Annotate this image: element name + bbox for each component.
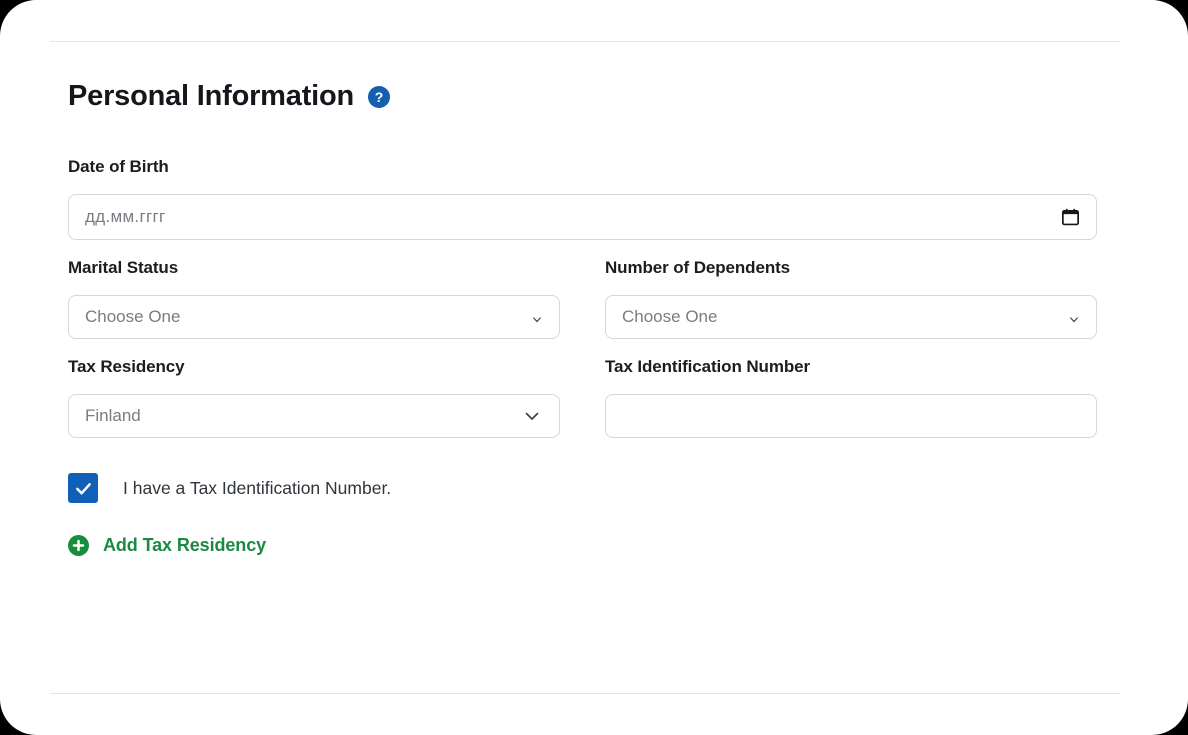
number-of-dependents-value: Choose One (622, 307, 718, 326)
marital-status-label: Marital Status (68, 258, 179, 277)
marital-status-group: Marital Status Choose One (68, 258, 560, 339)
number-of-dependents-select[interactable]: Choose One (605, 295, 1097, 339)
has-tin-checkbox[interactable] (68, 473, 98, 503)
number-of-dependents-group: Number of Dependents Choose One (605, 258, 1097, 339)
marital-dependents-row: Marital Status Choose One Number of Depe… (68, 258, 1108, 339)
has-tin-checkbox-label[interactable]: I have a Tax Identification Number. (123, 478, 391, 499)
date-of-birth-placeholder: дд.мм.гггг (85, 207, 166, 226)
add-tax-residency-button[interactable]: Add Tax Residency (68, 535, 266, 556)
add-tax-residency-label: Add Tax Residency (103, 535, 267, 555)
date-of-birth-group: Date of Birth дд.мм.гггг (68, 157, 1097, 240)
marital-status-select[interactable]: Choose One (68, 295, 560, 339)
plus-circle-icon (68, 535, 89, 556)
tax-identification-number-group: Tax Identification Number (605, 357, 1097, 438)
has-tin-checkbox-row[interactable]: I have a Tax Identification Number. (68, 473, 1108, 503)
date-of-birth-label: Date of Birth (68, 157, 169, 176)
date-of-birth-input[interactable]: дд.мм.гггг (68, 194, 1097, 240)
tax-residency-select[interactable]: Finland (68, 394, 560, 438)
page-title: Personal Information (68, 80, 355, 112)
tax-row: Tax Residency Finland Tax Identification… (68, 357, 1108, 438)
chevron-down-icon (523, 407, 541, 425)
bottom-divider (50, 693, 1120, 694)
form-window: Personal Information ? Date of Birth дд.… (0, 0, 1188, 735)
check-icon (75, 482, 91, 494)
tax-residency-value: Finland (85, 406, 141, 425)
tax-identification-number-label: Tax Identification Number (605, 357, 810, 376)
marital-status-value: Choose One (85, 307, 181, 326)
help-icon[interactable]: ? (368, 85, 391, 108)
tax-residency-group: Tax Residency Finland (68, 357, 560, 438)
personal-information-section: Personal Information ? Date of Birth дд.… (68, 82, 1108, 556)
tax-identification-number-input[interactable] (605, 394, 1097, 438)
chevron-down-icon (1068, 311, 1080, 323)
chevron-down-icon (531, 311, 543, 323)
calendar-icon[interactable] (1062, 208, 1079, 226)
tax-residency-label: Tax Residency (68, 357, 185, 376)
number-of-dependents-label: Number of Dependents (605, 258, 791, 277)
section-header: Personal Information ? (68, 82, 1108, 111)
top-divider (50, 41, 1120, 42)
date-of-birth-row: Date of Birth дд.мм.гггг (68, 157, 1108, 240)
